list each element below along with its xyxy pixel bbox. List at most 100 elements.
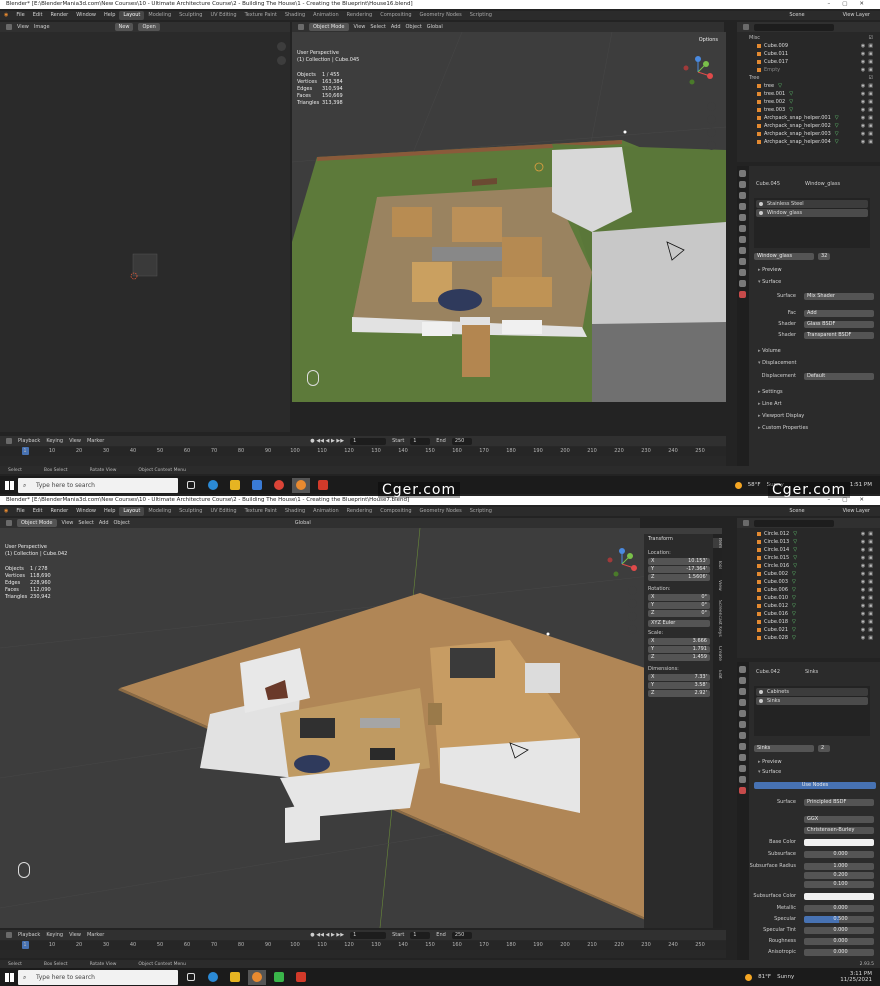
view-layer-selector[interactable]: View Layer xyxy=(839,507,874,516)
start-frame-field[interactable]: 1 xyxy=(410,437,431,445)
tab-scripting[interactable]: Scripting xyxy=(466,507,496,516)
current-frame-field[interactable]: 1 xyxy=(350,931,387,939)
tab-compositing[interactable]: Compositing xyxy=(376,507,415,516)
outliner-item[interactable]: Circle.016 ▽ ◉▣ xyxy=(737,562,880,570)
open-image-button[interactable]: Open xyxy=(138,23,160,31)
outliner-item[interactable]: Archpack_snap_helper.004 ▽ ◉▣ xyxy=(737,138,880,146)
playback-menu[interactable]: Playback xyxy=(18,438,40,444)
tab-layout[interactable]: Layout xyxy=(119,11,145,20)
outliner-item[interactable]: Circle.015 ▽ ◉▣ xyxy=(737,554,880,562)
tab-animation[interactable]: Animation xyxy=(309,507,343,516)
viewport-object-menu[interactable]: Object xyxy=(406,24,422,30)
outliner-item[interactable]: Cube.016 ▽ ◉▣ xyxy=(737,610,880,618)
outliner-item[interactable]: Archpack_snap_helper.001 ▽ ◉▣ xyxy=(737,114,880,122)
menu-render[interactable]: Render xyxy=(46,507,72,516)
window-controls[interactable]: –▢✕ xyxy=(827,0,876,9)
section-custom-properties[interactable]: Custom Properties xyxy=(750,424,880,433)
outliner-item[interactable]: Cube.011 ◉▣ xyxy=(737,50,880,58)
zoom-view-icon[interactable] xyxy=(707,102,716,111)
tab-modeling[interactable]: Modeling xyxy=(144,11,175,20)
edge-icon[interactable] xyxy=(204,970,222,985)
tab-tool[interactable]: Tool xyxy=(713,560,722,569)
zoom-icon[interactable] xyxy=(277,42,286,51)
outliner-search-input[interactable] xyxy=(754,519,834,527)
distribution-dropdown[interactable]: GGX xyxy=(804,816,874,823)
section-preview[interactable]: Preview xyxy=(750,266,880,275)
object-mode-dropdown[interactable]: Object Mode xyxy=(17,519,57,527)
material-slot-selected[interactable]: Sinks xyxy=(756,697,868,705)
subsurface-color-swatch[interactable] xyxy=(804,893,874,900)
keying-menu[interactable]: Keying xyxy=(46,438,63,444)
outliner-item[interactable]: tree.001 ▽ ◉▣ xyxy=(737,90,880,98)
menu-help[interactable]: Help xyxy=(100,507,119,516)
outliner-item[interactable]: tree.003 ▽ ◉▣ xyxy=(737,106,880,114)
editor-type-icon[interactable] xyxy=(6,24,12,30)
metallic-field[interactable]: 0.000 xyxy=(804,905,874,912)
scale-x-field[interactable]: X 3.666 xyxy=(648,638,710,645)
viewport-select-menu[interactable]: Select xyxy=(78,520,93,526)
section-preview[interactable]: Preview xyxy=(750,758,880,767)
tab-geometry-nodes[interactable]: Geometry Nodes xyxy=(416,507,466,516)
image-view-menu[interactable]: View xyxy=(17,24,29,30)
viewport-editor-type-icon[interactable] xyxy=(298,24,304,30)
zoom-view-icon[interactable] xyxy=(628,586,637,595)
perspective-toggle-icon[interactable] xyxy=(628,625,637,634)
viewport-3d[interactable]: User Perspective (1) Collection | Cube.0… xyxy=(292,32,726,402)
pan-view-icon[interactable] xyxy=(707,115,716,124)
end-frame-field[interactable]: 250 xyxy=(451,931,472,939)
outliner-collection-misc[interactable]: Misc ☑ xyxy=(737,34,880,42)
navigation-gizmo-icon[interactable] xyxy=(680,54,716,90)
timeline-view-menu[interactable]: View xyxy=(69,438,81,444)
outliner-item[interactable]: tree ▽ ◉▣ xyxy=(737,82,880,90)
hand-pan-icon[interactable] xyxy=(277,56,286,65)
tab-geometry-nodes[interactable]: Geometry Nodes xyxy=(416,11,466,20)
viewport-object-menu[interactable]: Object xyxy=(114,520,130,526)
fac-input[interactable]: Add xyxy=(804,310,874,317)
outliner-collection-tree[interactable]: Tree ☑ xyxy=(737,74,880,82)
section-viewport-display[interactable]: Viewport Display xyxy=(750,412,880,421)
outliner-item[interactable]: Circle.013 ▽ ◉▣ xyxy=(737,538,880,546)
viewport-3d-2[interactable]: User Perspective (1) Collection | Cube.0… xyxy=(0,528,722,928)
shader1-dropdown[interactable]: Glass BSDF xyxy=(804,321,874,328)
rotation-y-field[interactable]: Y 0° xyxy=(648,602,710,609)
blender-taskbar-icon[interactable] xyxy=(292,477,310,493)
windows-start-icon[interactable] xyxy=(0,968,18,986)
roughness-field[interactable]: 0.000 xyxy=(804,938,874,945)
menu-edit[interactable]: Edit xyxy=(29,507,47,516)
viewport-select-menu[interactable]: Select xyxy=(370,24,385,30)
subsurface-radius-x-field[interactable]: 1.000 xyxy=(804,863,874,870)
tab-sculpting[interactable]: Sculpting xyxy=(175,507,206,516)
location-z-field[interactable]: Z 1.5606' xyxy=(648,574,710,581)
tab-texture-paint[interactable]: Texture Paint xyxy=(241,507,281,516)
material-users-count[interactable]: 32 xyxy=(818,253,830,260)
pan-view-icon[interactable] xyxy=(628,599,637,608)
subsurface-radius-z-field[interactable]: 0.100 xyxy=(804,881,874,888)
rotation-mode-dropdown[interactable]: XYZ Euler xyxy=(648,620,710,627)
timeline-editor-icon[interactable] xyxy=(6,438,12,444)
scale-z-field[interactable]: Z 1.459 xyxy=(648,654,710,661)
tab-shading[interactable]: Shading xyxy=(281,507,309,516)
location-y-field[interactable]: Y -17.364' xyxy=(648,566,710,573)
task-view-icon[interactable] xyxy=(182,478,200,493)
taskbar-search-input[interactable]: Type here to search xyxy=(18,969,178,985)
outliner-item[interactable]: Cube.010 ▽ ◉▣ xyxy=(737,594,880,602)
subsurface-field[interactable]: 0.000 xyxy=(804,851,874,858)
outliner-item[interactable]: Cube.009 ◉▣ xyxy=(737,42,880,50)
blender-taskbar-icon[interactable] xyxy=(248,969,266,985)
clock[interactable]: 3:11 PM 11/25/2021 xyxy=(840,971,872,983)
timeline-editor-icon[interactable] xyxy=(6,932,12,938)
shader2-dropdown[interactable]: Transparent BSDF xyxy=(804,332,874,339)
clock-time[interactable]: 1:51 PM xyxy=(850,482,872,488)
new-image-button[interactable]: New xyxy=(114,23,134,31)
marker-menu[interactable]: Marker xyxy=(87,438,104,444)
material-name-field[interactable]: Sinks xyxy=(754,745,814,752)
explorer-icon[interactable] xyxy=(226,970,244,985)
section-surface[interactable]: Surface xyxy=(750,768,880,777)
rotation-z-field[interactable]: Z 0° xyxy=(648,610,710,617)
use-nodes-button[interactable]: Use Nodes xyxy=(754,782,876,789)
navigation-gizmo-icon[interactable] xyxy=(604,546,640,582)
outliner-item[interactable]: Cube.012 ▽ ◉▣ xyxy=(737,602,880,610)
end-frame-field[interactable]: 250 xyxy=(451,437,472,445)
outliner-item[interactable]: Cube.021 ▽ ◉▣ xyxy=(737,626,880,634)
tab-edit[interactable]: Edit xyxy=(713,670,722,679)
